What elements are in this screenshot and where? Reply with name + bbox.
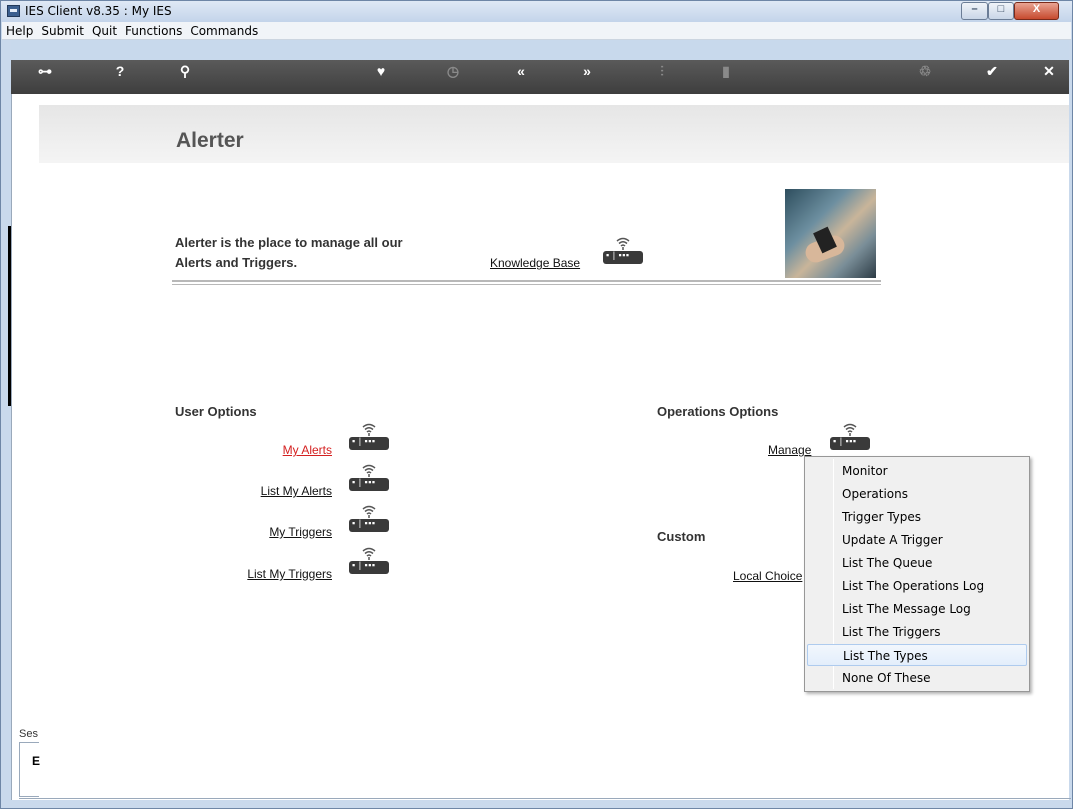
app-window: IES Client v8.35 : My IES – □ X Help Subm…: [0, 0, 1073, 809]
page-title: Alerter: [176, 129, 244, 152]
my-alerts-router-icon[interactable]: [349, 422, 389, 452]
knowledge-base-link[interactable]: Knowledge Base: [490, 256, 580, 270]
alerter-photo: [785, 189, 876, 278]
divider: [172, 280, 881, 282]
maximize-icon: □: [997, 3, 1005, 15]
router-box-icon: [349, 436, 389, 450]
menu-item-list-the-queue[interactable]: List The Queue: [807, 552, 1027, 574]
intro-line-1: Alerter is the place to manage all our: [175, 235, 403, 250]
bottom-border: [19, 798, 1071, 799]
minimize-button[interactable]: –: [961, 2, 988, 20]
manage-link[interactable]: Manage: [768, 443, 811, 457]
wifi-icon: [362, 464, 376, 477]
menu-item-operations[interactable]: Operations: [807, 483, 1027, 505]
menu-functions[interactable]: Functions: [121, 22, 186, 38]
toolbar: [11, 60, 1069, 94]
close-window-icon: X: [1032, 3, 1041, 15]
router-box-icon: [349, 518, 389, 532]
divider-thin: [172, 284, 881, 285]
menu-item-list-message-log[interactable]: List The Message Log: [807, 598, 1027, 620]
menu-item-list-the-triggers[interactable]: List The Triggers: [807, 621, 1027, 643]
content-area: [39, 105, 1069, 800]
menu-item-update-a-trigger[interactable]: Update A Trigger: [807, 529, 1027, 551]
list-my-alerts-router-icon[interactable]: [349, 463, 389, 493]
list-my-triggers-router-icon[interactable]: [349, 546, 389, 576]
custom-title: Custom: [657, 529, 706, 544]
router-box-icon: [603, 250, 643, 264]
wifi-icon: [362, 423, 376, 436]
knowledge-base-router-icon[interactable]: [603, 236, 643, 266]
wifi-icon: [362, 547, 376, 560]
user-options-title: User Options: [175, 404, 257, 419]
menu-item-none-of-these[interactable]: None Of These: [807, 667, 1027, 689]
menu-item-list-the-types[interactable]: List The Types: [807, 644, 1027, 666]
chip-icon[interactable]: ▮: [714, 63, 738, 80]
menu-bar: Help Submit Quit Functions Commands: [2, 22, 1071, 40]
list-my-alerts-link[interactable]: List My Alerts: [261, 484, 332, 498]
recycle-icon[interactable]: ♲: [913, 63, 937, 80]
wifi-icon: [616, 237, 630, 250]
local-choices-link[interactable]: Local Choice: [733, 569, 802, 583]
menu-item-list-operations-log[interactable]: List The Operations Log: [807, 575, 1027, 597]
intro-text: Alerter is the place to manage all our A…: [175, 233, 465, 273]
manage-context-menu: Monitor Operations Trigger Types Update …: [804, 456, 1030, 692]
manage-router-icon[interactable]: [830, 422, 870, 452]
session-icon[interactable]: E: [32, 754, 40, 768]
menu-commands[interactable]: Commands: [186, 22, 262, 38]
forward-icon[interactable]: »: [575, 63, 599, 79]
router-box-icon: [349, 560, 389, 574]
wifi-icon: [843, 423, 857, 436]
heart-icon[interactable]: ♥: [369, 63, 393, 79]
session-label: Ses: [19, 728, 38, 740]
wifi-icon: [362, 505, 376, 518]
menu-submit[interactable]: Submit: [37, 22, 88, 38]
toolbar-top-band: [11, 40, 1069, 60]
minimize-icon: –: [971, 3, 978, 15]
session-panel[interactable]: [19, 742, 39, 797]
menu-item-monitor[interactable]: Monitor: [807, 460, 1027, 482]
intro-line-2: Alerts and Triggers.: [175, 255, 298, 270]
menu-quit[interactable]: Quit: [88, 22, 121, 38]
help-icon[interactable]: ?: [108, 63, 132, 79]
title-bar[interactable]: IES Client v8.35 : My IES – □ X: [1, 1, 1072, 22]
tools-icon[interactable]: ⫶: [650, 63, 674, 80]
menu-item-trigger-types[interactable]: Trigger Types: [807, 506, 1027, 528]
key-icon[interactable]: ⊶: [33, 63, 57, 80]
left-strip: [1, 40, 11, 808]
close-window-button[interactable]: X: [1014, 2, 1059, 20]
router-box-icon: [349, 477, 389, 491]
maximize-button[interactable]: □: [988, 2, 1014, 20]
operations-options-title: Operations Options: [657, 404, 779, 419]
clock-icon[interactable]: ◷: [441, 63, 465, 80]
close-icon[interactable]: ✕: [1037, 63, 1061, 80]
list-my-triggers-link[interactable]: List My Triggers: [247, 567, 332, 581]
window-title: IES Client v8.35 : My IES: [25, 4, 172, 18]
router-box-icon: [830, 436, 870, 450]
app-icon[interactable]: [7, 5, 20, 17]
search-icon[interactable]: ⚲: [173, 63, 197, 80]
my-alerts-link[interactable]: My Alerts: [283, 443, 332, 457]
my-triggers-link[interactable]: My Triggers: [269, 525, 332, 539]
menu-help[interactable]: Help: [2, 22, 37, 38]
my-triggers-router-icon[interactable]: [349, 504, 389, 534]
back-icon[interactable]: «: [509, 63, 533, 79]
check-icon[interactable]: ✔: [980, 63, 1004, 80]
